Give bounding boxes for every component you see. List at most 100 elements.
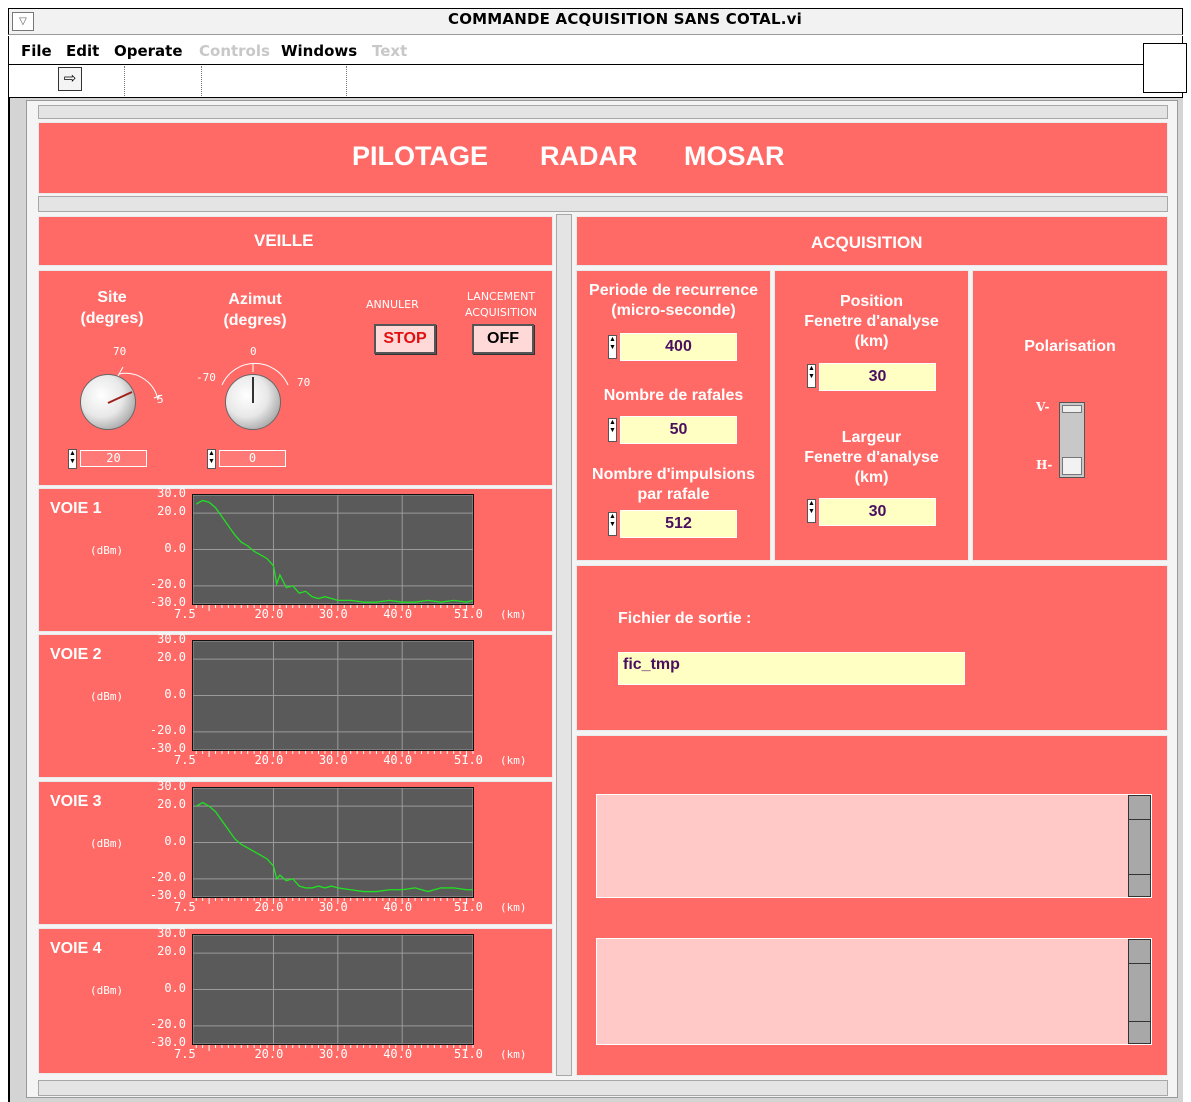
veille-title: VEILLE	[254, 231, 314, 250]
y-unit-label: (dBm)	[90, 836, 124, 850]
y-unit-label: (dBm)	[90, 983, 124, 997]
toolbar-separator	[124, 66, 125, 96]
x-tick-label: 40.0	[383, 1047, 413, 1061]
x-tick-label: 30.0	[318, 1047, 348, 1061]
x-tick-label: 7.5	[174, 607, 196, 621]
x-tick-label: 30.0	[318, 607, 348, 621]
voie-title: VOIE 4	[50, 940, 102, 957]
menu-text[interactable]: Text	[372, 42, 407, 60]
site-knob-marks	[107, 366, 163, 404]
largeur-sublabel: Fenetre d'analyse	[804, 449, 939, 466]
series-line	[195, 801, 473, 893]
largeur-label: Largeur	[841, 429, 902, 446]
periode-unit: (micro-seconde)	[611, 302, 736, 319]
largeur-spinner[interactable]: ▲ ▼	[807, 499, 816, 523]
stop-button[interactable]: STOP	[374, 324, 436, 354]
y-tick-label: -20.0	[149, 576, 186, 591]
azimut-spinner[interactable]: ▲ ▼	[207, 449, 216, 469]
voie-plot-area	[192, 640, 474, 751]
output-1-scrollbar[interactable]	[1128, 795, 1151, 897]
largeur-input[interactable]: 30	[819, 498, 936, 526]
voie-title: VOIE 2	[50, 646, 102, 663]
site-spinner[interactable]: ▲ ▼	[68, 449, 77, 469]
voie-plot-svg	[193, 495, 473, 604]
top-bar	[38, 105, 1168, 119]
y-tick-label: 30.0	[157, 486, 186, 500]
voie-plot-area	[192, 934, 474, 1045]
menu-file[interactable]: File	[21, 42, 52, 60]
y-tick-label: 30.0	[157, 779, 186, 793]
y-tick-label: 20.0	[157, 504, 186, 519]
output-display-2	[596, 938, 1152, 1045]
menu-controls[interactable]: Controls	[199, 42, 270, 60]
azimut-label: Azimut	[228, 291, 282, 308]
rafales-input[interactable]: 50	[620, 416, 737, 444]
polarisation-switch[interactable]	[1059, 402, 1085, 478]
switch-lever[interactable]	[1062, 405, 1082, 413]
periode-input[interactable]: 400	[620, 333, 737, 361]
fichier-input[interactable]: fic_tmp	[618, 652, 965, 685]
azimut-value[interactable]: 0	[219, 450, 286, 467]
y-tick-label: 0.0	[164, 686, 186, 701]
y-tick-label: 0.0	[164, 540, 186, 555]
scroll-down-arrow[interactable]	[1129, 1021, 1150, 1045]
toolbar	[8, 64, 1183, 98]
x-unit-label: (km)	[500, 608, 527, 621]
position-input[interactable]: 30	[819, 363, 936, 391]
position-spinner[interactable]: ▲ ▼	[807, 364, 816, 388]
azimut-unit: (degres)	[223, 312, 287, 329]
voie-title: VOIE 1	[50, 500, 102, 517]
x-tick-label: 51.0	[454, 753, 483, 767]
polarisation-v-label: V-	[1036, 400, 1050, 414]
periode-spinner[interactable]: ▲ ▼	[608, 335, 617, 359]
toolbar-separator	[346, 66, 347, 96]
y-tick-label: 20.0	[157, 650, 186, 665]
x-unit-label: (km)	[500, 754, 527, 767]
y-tick-label: 0.0	[164, 833, 186, 848]
output-display-1	[596, 794, 1152, 898]
run-arrow-icon[interactable]: ⇨	[58, 67, 82, 91]
x-tick-label: 7.5	[174, 753, 196, 767]
scroll-down-arrow[interactable]	[1129, 874, 1150, 898]
impulsions-spinner[interactable]: ▲ ▼	[608, 512, 617, 536]
polarisation-h-label: H-	[1036, 458, 1053, 472]
x-tick-label: 40.0	[383, 607, 413, 621]
scroll-up-arrow[interactable]	[1129, 940, 1150, 964]
acquisition-title: ACQUISITION	[811, 233, 923, 252]
x-tick-label: 40.0	[383, 900, 413, 914]
scroll-up-arrow[interactable]	[1129, 796, 1150, 820]
menu-operate[interactable]: Operate	[114, 42, 183, 60]
fichier-box	[576, 565, 1168, 731]
periode-label: Periode de recurrence	[589, 282, 758, 299]
x-tick-label: 20.0	[254, 900, 284, 914]
y-unit-label: (dBm)	[90, 689, 124, 703]
position-label: Position	[839, 293, 904, 310]
position-sublabel: Fenetre d'analyse	[804, 313, 939, 330]
y-unit-label: (dBm)	[90, 543, 124, 557]
menu-windows[interactable]: Windows	[281, 42, 357, 60]
rafales-spinner[interactable]: ▲ ▼	[608, 418, 617, 442]
output-2-scrollbar[interactable]	[1128, 939, 1151, 1044]
y-tick-label: -20.0	[149, 722, 186, 737]
y-tick-label: 30.0	[157, 632, 186, 646]
triangle-down-icon[interactable]: ▽	[12, 12, 34, 31]
site-value[interactable]: 20	[80, 450, 147, 467]
series-line	[195, 499, 473, 603]
site-label: Site	[97, 289, 127, 306]
impulsions-input[interactable]: 512	[620, 510, 737, 538]
y-tick-label: 0.0	[164, 980, 186, 995]
site-unit: (degres)	[80, 310, 144, 327]
bottom-bar	[38, 1080, 1168, 1096]
impulsions-label: Nombre d'impulsions	[592, 466, 755, 483]
menu-edit[interactable]: Edit	[66, 42, 99, 60]
azimut-knob-marks	[221, 362, 289, 403]
voie-plot-area	[192, 787, 474, 898]
x-tick-label: 30.0	[318, 753, 348, 767]
x-tick-label: 30.0	[318, 900, 348, 914]
separator-bar	[38, 196, 1168, 212]
voie-plot-svg	[193, 935, 473, 1044]
off-button[interactable]: OFF	[472, 324, 534, 354]
position-unit: (km)	[854, 333, 889, 350]
window-corner-box	[1143, 43, 1187, 93]
acquisition-label: ACQUISITION	[464, 306, 538, 319]
